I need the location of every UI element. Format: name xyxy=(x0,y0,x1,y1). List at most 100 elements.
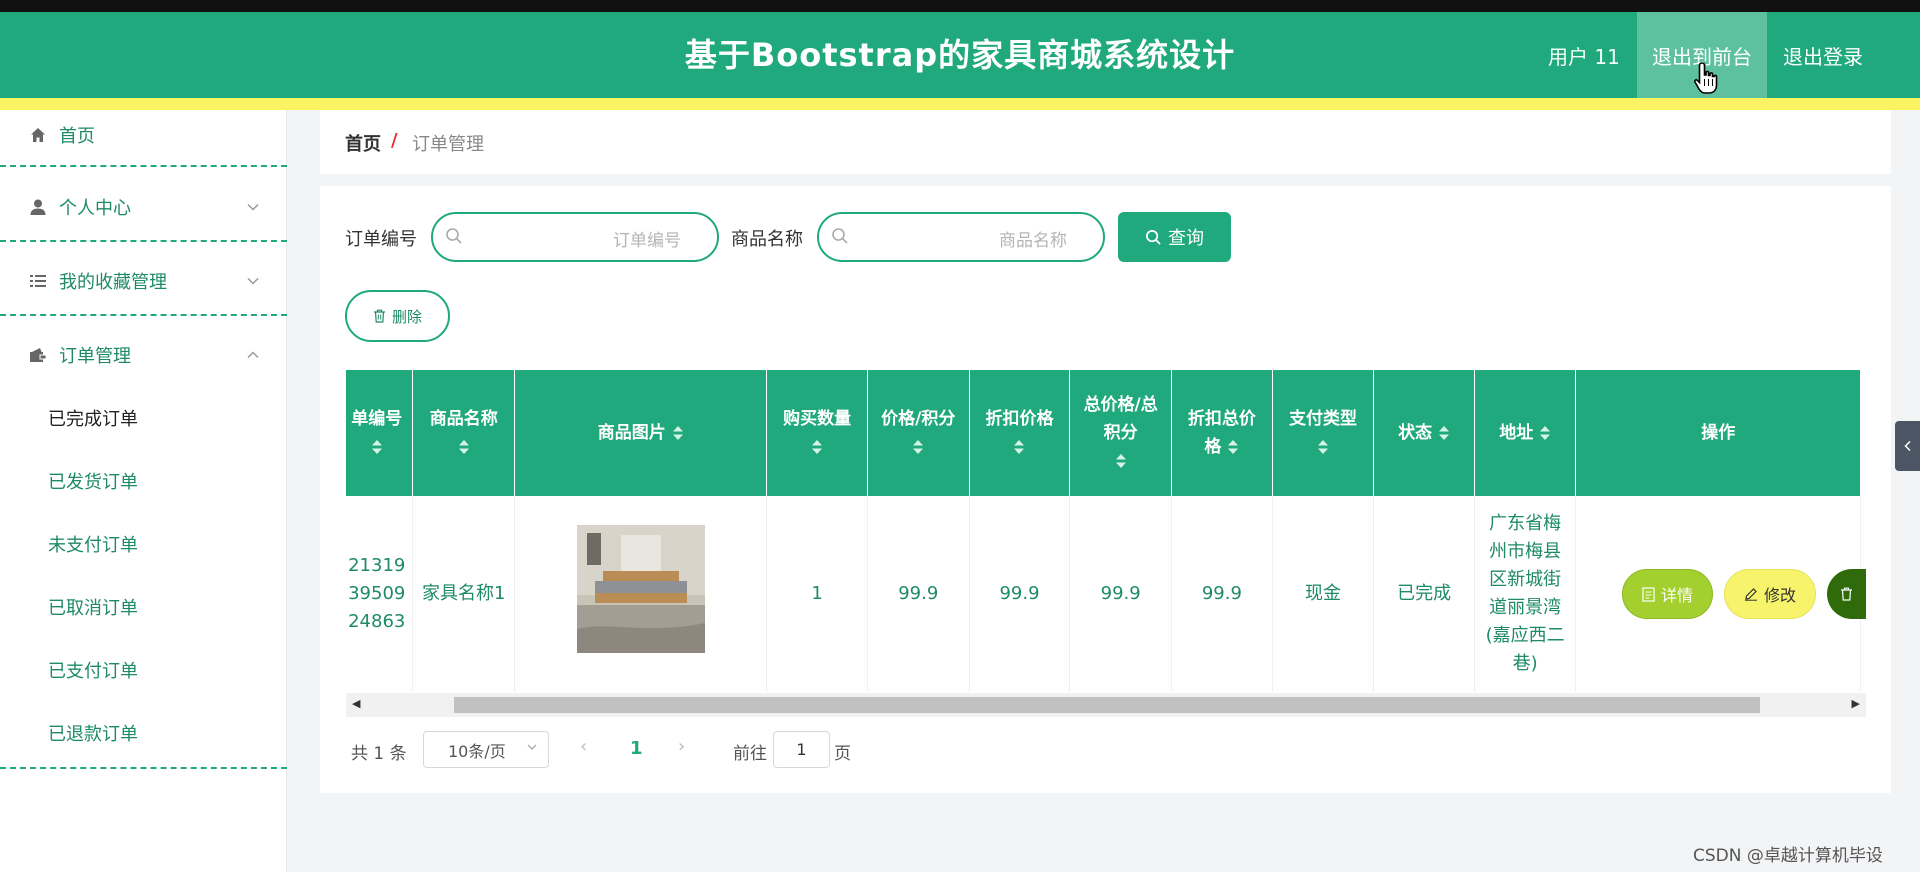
chevron-left-icon xyxy=(1903,440,1911,452)
sort-icon[interactable] xyxy=(458,439,470,455)
sidebar-subitem-completed-orders[interactable]: 已完成订单 xyxy=(48,405,138,431)
home-icon xyxy=(28,125,48,145)
header-label: 单编号 xyxy=(351,409,403,429)
prev-page-icon[interactable]: ‹ xyxy=(580,736,587,757)
sidebar-subitem-unpaid-orders[interactable]: 未支付订单 xyxy=(48,531,138,557)
delete-button-label: 删除 xyxy=(391,307,422,326)
edit-icon xyxy=(1744,588,1757,601)
current-page-number[interactable]: 1 xyxy=(630,738,643,759)
watermark: CSDN @卓越计算机毕设 xyxy=(1693,846,1883,866)
wallet-icon xyxy=(28,345,48,365)
header-accent-bar xyxy=(0,98,1920,110)
sidebar-item-orders[interactable]: 订单管理 xyxy=(0,342,287,368)
cell-product-name: 家具名称1 xyxy=(412,496,516,692)
edit-button[interactable]: 修改 xyxy=(1724,569,1816,619)
cell-price: 99.9 xyxy=(867,496,970,692)
delete-button[interactable]: 删除 xyxy=(345,290,450,342)
column-header-address[interactable]: 地址 xyxy=(1474,370,1577,496)
product-image[interactable] xyxy=(576,525,705,654)
trash-icon xyxy=(1841,587,1852,601)
scroll-right-arrow-icon[interactable]: ▶ xyxy=(1852,697,1860,710)
collapse-panel-toggle[interactable] xyxy=(1895,421,1920,471)
query-button-label: 查询 xyxy=(1168,228,1204,249)
scrollbar-thumb[interactable] xyxy=(454,697,1760,713)
app-title: 基于Bootstrap的家具商城系统设计 xyxy=(684,36,1236,74)
sort-icon[interactable] xyxy=(1539,425,1551,441)
sidebar-subitem-refunded-orders[interactable]: 已退款订单 xyxy=(48,720,138,746)
search-icon xyxy=(832,228,848,244)
sidebar-divider xyxy=(0,767,287,769)
cell-total-price: 99.9 xyxy=(1069,496,1173,692)
breadcrumb-home[interactable]: 首页 xyxy=(345,130,381,156)
edit-button-label: 修改 xyxy=(1763,586,1796,605)
sort-icon[interactable] xyxy=(1317,439,1329,455)
column-header-pay-type[interactable]: 支付类型 xyxy=(1272,370,1375,496)
column-header-discount-price[interactable]: 折扣价格 xyxy=(969,370,1071,496)
header-label: 支付类型 xyxy=(1289,409,1357,429)
sidebar-item-label: 订单管理 xyxy=(59,346,131,367)
column-header-status[interactable]: 状态 xyxy=(1373,370,1475,496)
sidebar-subitem-paid-orders[interactable]: 已支付订单 xyxy=(48,657,138,683)
sort-icon[interactable] xyxy=(811,439,823,455)
sort-icon[interactable] xyxy=(1227,439,1239,455)
sort-icon[interactable] xyxy=(1115,453,1127,469)
sidebar: 首页 个人中心 我的收藏管理 订单管理 已完成订单 已发货订单 未支付订单 已取… xyxy=(0,110,287,872)
cell-discount-price: 99.9 xyxy=(969,496,1071,692)
logout-link[interactable]: 退出登录 xyxy=(1783,41,1863,70)
pagination-total: 共 1 条 xyxy=(351,744,407,764)
detail-button[interactable]: 详情 xyxy=(1622,569,1713,619)
list-icon xyxy=(28,271,48,291)
header-label: 折扣总价格 xyxy=(1187,409,1256,457)
cell-actions xyxy=(1575,496,1861,692)
sidebar-divider xyxy=(0,314,287,316)
goto-label: 前往 xyxy=(733,744,767,764)
sidebar-item-personal[interactable]: 个人中心 xyxy=(0,194,287,220)
chevron-up-icon xyxy=(247,351,259,359)
column-header-product-name[interactable]: 商品名称 xyxy=(412,370,516,496)
column-header-product-image[interactable]: 商品图片 xyxy=(514,370,768,496)
header-label: 商品名称 xyxy=(429,409,498,429)
column-header-discount-total[interactable]: 折扣总价格 xyxy=(1171,370,1273,496)
cell-discount-total: 99.9 xyxy=(1171,496,1273,692)
product-name-search-input[interactable]: 商品名称 xyxy=(817,212,1105,262)
sidebar-item-home[interactable]: 首页 xyxy=(0,122,287,148)
header-label: 总价格/总积分 xyxy=(1083,395,1158,443)
header-label: 折扣价格 xyxy=(985,409,1054,429)
sidebar-subitem-shipped-orders[interactable]: 已发货订单 xyxy=(48,468,138,494)
column-header-total-price[interactable]: 总价格/总积分 xyxy=(1069,370,1173,496)
sort-icon[interactable] xyxy=(912,439,924,455)
goto-page-input[interactable]: 1 xyxy=(773,731,830,768)
chevron-down-icon xyxy=(247,203,259,211)
sidebar-item-label: 我的收藏管理 xyxy=(59,272,167,293)
horizontal-scrollbar[interactable]: ◀ ▶ xyxy=(346,693,1866,717)
sidebar-divider xyxy=(0,240,287,242)
order-no-search-input[interactable]: 订单编号 xyxy=(431,212,719,262)
sort-icon[interactable] xyxy=(672,425,684,441)
cell-address: 广东省梅州市梅县区新城街道丽景湾(嘉应西二巷) xyxy=(1474,496,1577,692)
sidebar-subitem-cancelled-orders[interactable]: 已取消订单 xyxy=(48,594,138,620)
window-top-bar xyxy=(0,0,1920,12)
sidebar-item-favorites[interactable]: 我的收藏管理 xyxy=(0,268,287,294)
next-page-icon[interactable]: › xyxy=(678,736,685,757)
cell-order-no: 21319 39509 24863 xyxy=(346,496,414,692)
sort-icon[interactable] xyxy=(371,439,383,455)
breadcrumb-separator: / xyxy=(391,130,398,151)
page-size-select[interactable]: 10条/页 xyxy=(423,731,549,768)
cell-quantity: 1 xyxy=(766,496,868,692)
product-name-placeholder: 商品名称 xyxy=(999,231,1067,251)
detail-button-label: 详情 xyxy=(1660,586,1693,605)
orders-table: 单编号 商品名称 商品图片 购买数量 价格/积分 折扣价格 总价格/总积分 折扣… xyxy=(346,370,1866,692)
scroll-left-arrow-icon[interactable]: ◀ xyxy=(352,697,360,710)
sort-icon[interactable] xyxy=(1438,425,1450,441)
column-header-price[interactable]: 价格/积分 xyxy=(867,370,970,496)
column-header-quantity[interactable]: 购买数量 xyxy=(766,370,868,496)
column-header-actions: 操作 xyxy=(1575,370,1861,496)
sort-icon[interactable] xyxy=(1013,439,1025,455)
current-user: 用户 11 xyxy=(1548,45,1620,69)
order-no-label: 订单编号 xyxy=(345,229,417,250)
sidebar-item-label: 个人中心 xyxy=(59,198,131,219)
table-header-row: 单编号 商品名称 商品图片 购买数量 价格/积分 折扣价格 总价格/总积分 折扣… xyxy=(346,370,1861,496)
query-button[interactable]: 查询 xyxy=(1118,212,1231,262)
column-header-order-no[interactable]: 单编号 xyxy=(346,370,414,496)
order-no-placeholder: 订单编号 xyxy=(613,231,681,251)
